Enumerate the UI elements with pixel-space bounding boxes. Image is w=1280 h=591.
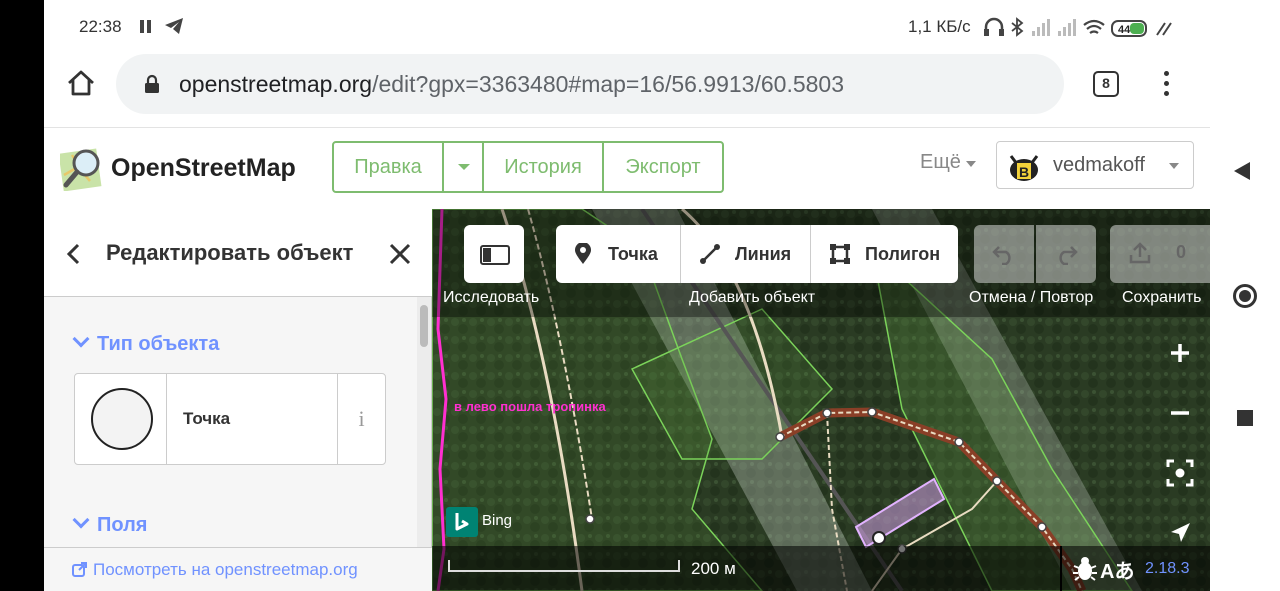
status-bar: 22:38 1,1 КБ/с 44 (44, 0, 1210, 54)
zoom-in-icon[interactable] (1150, 323, 1210, 383)
redo-icon (1059, 246, 1078, 265)
url-path: /edit?gpx=3363480#map=16/56.9913/60.5803 (372, 71, 845, 97)
add-point-label: Точка (608, 244, 658, 264)
export-button[interactable]: Экспорт (604, 143, 722, 191)
preset-icon-box (75, 374, 167, 464)
panel-header: Редактировать объект (44, 209, 432, 297)
language-icon[interactable]: Aあ (1100, 555, 1134, 584)
telegram-icon (165, 18, 183, 34)
preset-name: Точка (183, 409, 231, 428)
zoom-out-icon[interactable] (1150, 383, 1210, 443)
phone-screen: 22:38 1,1 КБ/с 44 openstreetmap.org/edit… (44, 0, 1210, 591)
home-icon[interactable] (66, 68, 96, 98)
primary-nav: Правка История Экспорт (332, 141, 724, 193)
view-link-text: Посмотреть на openstreetmap.org (93, 560, 358, 579)
section-fields-label: Поля (97, 514, 148, 536)
undo-button[interactable] (974, 225, 1034, 283)
device-bezel-left (0, 0, 44, 591)
bug-icon[interactable] (1072, 555, 1098, 583)
polygon-icon (830, 244, 850, 264)
save-label: Сохранить (1122, 289, 1202, 306)
home-nav-icon[interactable] (1233, 284, 1257, 308)
add-area-button[interactable]: Полигон (811, 225, 957, 283)
panel-footer: Посмотреть на openstreetmap.org (44, 547, 432, 591)
osm-header: OpenStreetMap Правка История Экспорт Ещё… (44, 129, 1210, 209)
osm-brand[interactable]: OpenStreetMap (111, 154, 296, 183)
avatar: B (1007, 150, 1041, 182)
user-menu[interactable]: B vedmakoff (996, 141, 1194, 189)
add-point-button[interactable]: Точка (556, 225, 681, 283)
scale-text: 200 м (691, 559, 736, 578)
back-chevron-icon[interactable] (66, 243, 80, 265)
point-preset-icon (91, 388, 153, 450)
inspector-panel: Редактировать объект Тип объекта Точка i… (44, 209, 432, 591)
undo-redo-label: Отмена / Повтор (969, 289, 1094, 306)
more-caret-icon (966, 161, 976, 167)
osm-logo[interactable] (60, 145, 106, 191)
scale-bar[interactable] (448, 560, 680, 572)
bing-logo (446, 507, 478, 537)
add-area-label: Полигон (865, 244, 941, 264)
back-nav-icon[interactable] (1234, 162, 1250, 180)
more-menu[interactable]: Ещё (920, 151, 961, 174)
recents-nav-icon[interactable] (1237, 410, 1253, 426)
save-count-badge: 0 (1176, 242, 1187, 262)
panel-scrollbar[interactable] (417, 297, 431, 547)
version-link[interactable]: 2.18.3 (1145, 560, 1189, 578)
explore-label: Исследовать (443, 289, 540, 306)
undo-icon (992, 246, 1011, 265)
sidebar-toggle-icon (480, 245, 510, 265)
map-canvas[interactable]: Точка Линия Полигон 0 Исследовать Добави… (432, 209, 1210, 591)
footer-divider (1060, 546, 1062, 591)
add-feature-bar: Точка Линия Полигон (556, 225, 958, 283)
imagery-attribution: Bing (482, 512, 513, 529)
browser-menu-icon[interactable] (1161, 69, 1171, 99)
url-host: openstreetmap.org (179, 71, 373, 97)
browser-toolbar: openstreetmap.org/edit?gpx=3363480#map=1… (44, 54, 1210, 128)
add-line-button[interactable]: Линия (681, 225, 811, 283)
username: vedmakoff (1053, 154, 1145, 176)
add-feature-label: Добавить объект (689, 289, 816, 306)
section-toggle-fields[interactable]: Поля (72, 511, 148, 537)
map-footer: 200 м Aあ 2.18.3 (432, 546, 1210, 591)
close-icon[interactable] (388, 242, 412, 266)
address-bar[interactable]: openstreetmap.org/edit?gpx=3363480#map=1… (116, 54, 1064, 114)
svg-text:44: 44 (1118, 24, 1131, 36)
view-on-osm-link[interactable]: Посмотреть на openstreetmap.org (72, 560, 358, 580)
network-speed: 1,1 КБ/с (908, 17, 971, 36)
status-time: 22:38 (79, 17, 122, 36)
lock-icon (145, 74, 159, 93)
sidebar-toggle-button[interactable] (464, 225, 524, 283)
history-button[interactable]: История (484, 143, 604, 191)
external-link-icon (72, 562, 87, 577)
edit-button[interactable]: Правка (334, 143, 444, 191)
section-type-label: Тип объекта (97, 333, 220, 355)
status-icons: 44 (984, 17, 1172, 37)
bing-icon (455, 513, 469, 531)
svg-text:B: B (1019, 164, 1029, 180)
preset-info-button[interactable]: i (337, 374, 385, 464)
gpx-track-label: в лево пошла тропинка (454, 399, 606, 414)
chevron-down-icon (72, 511, 90, 529)
chevron-down-icon (72, 330, 90, 348)
point-marker-icon (575, 243, 591, 264)
zoom-to-selection-icon[interactable] (1150, 443, 1210, 503)
save-button[interactable]: 0 (1110, 225, 1210, 283)
line-icon (700, 244, 720, 264)
pause-icon (140, 20, 152, 33)
add-line-label: Линия (735, 244, 792, 264)
section-toggle-type[interactable]: Тип объекта (72, 330, 220, 356)
tab-switcher-button[interactable]: 8 (1093, 71, 1119, 97)
user-caret-icon (1169, 163, 1179, 169)
preset-card[interactable]: Точка i (74, 373, 386, 465)
edit-dropdown-button[interactable] (444, 143, 484, 191)
redo-button[interactable] (1036, 225, 1096, 283)
panel-title: Редактировать объект (106, 240, 354, 265)
upload-icon (1129, 242, 1151, 264)
url-text: openstreetmap.org/edit?gpx=3363480#map=1… (179, 71, 844, 98)
